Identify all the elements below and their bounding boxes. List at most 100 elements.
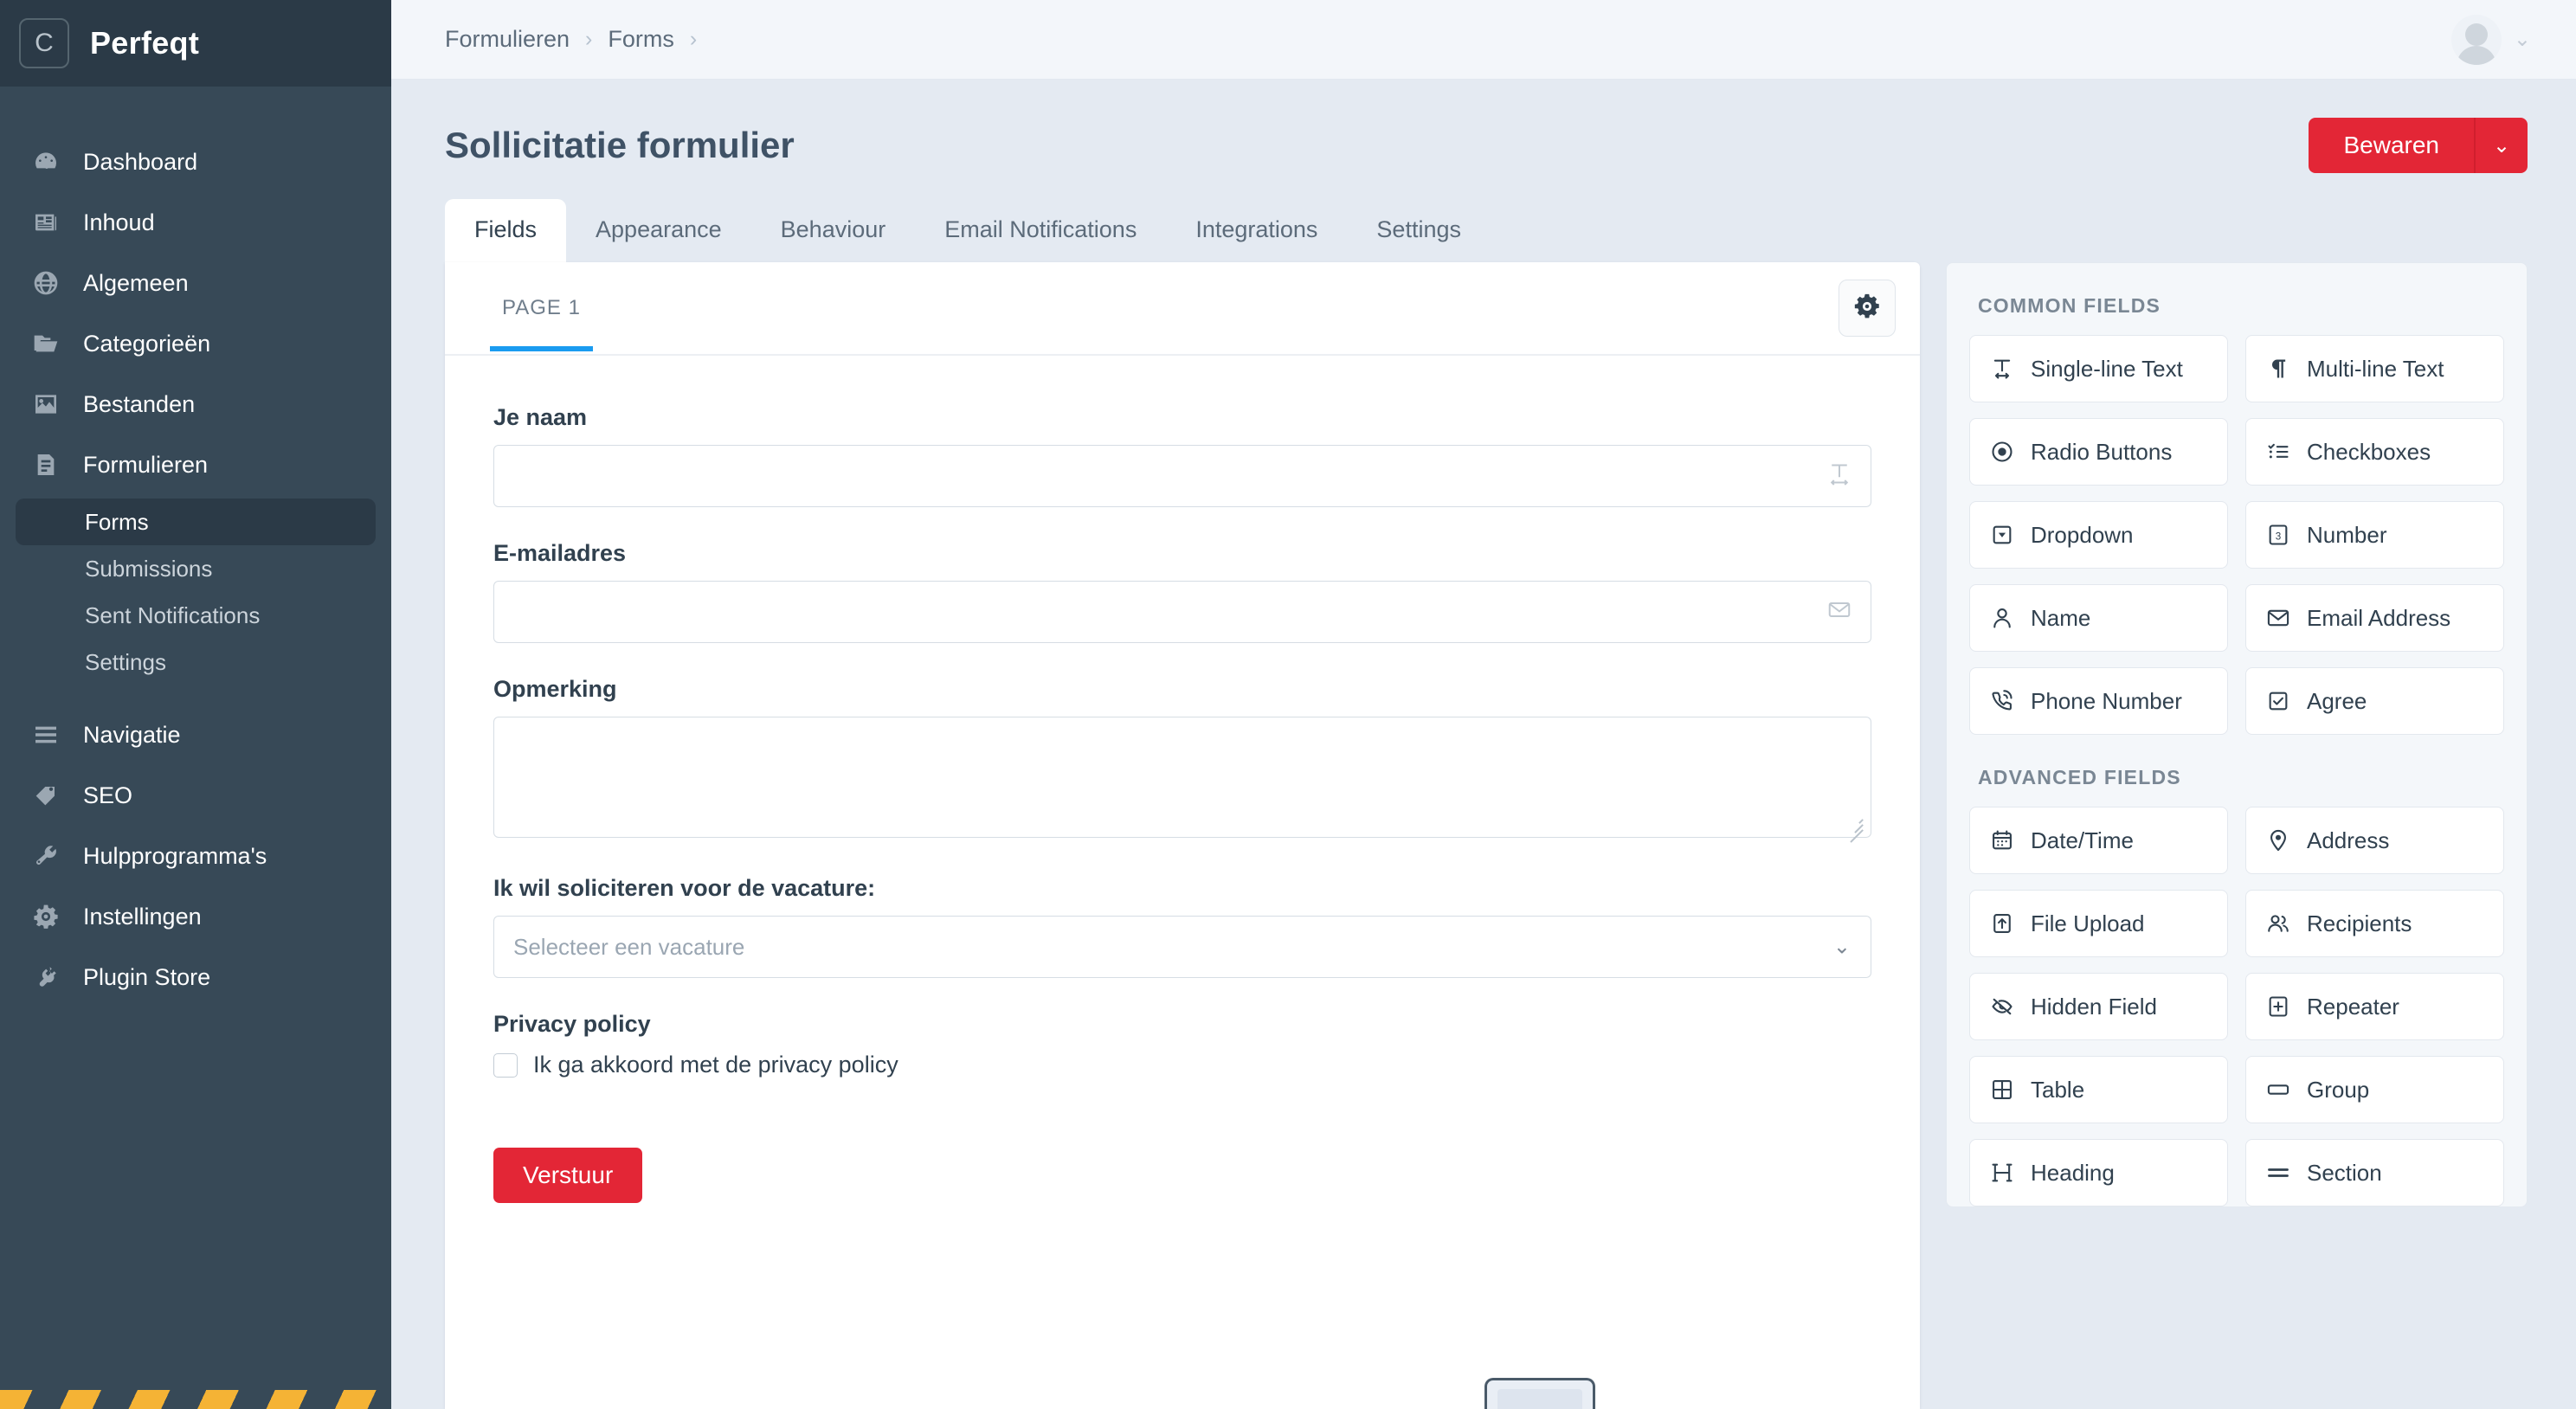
opmerking-textarea[interactable] [493,717,1871,838]
brand-name: Perfeqt [90,25,200,61]
form-field-vacature[interactable]: Ik wil soliciteren voor de vacature: Sel… [493,875,1871,978]
vacature-select[interactable]: Selecteer een vacature [493,916,1871,978]
emailadres-input[interactable] [493,581,1871,643]
sidebar-item-dashboard[interactable]: Dashboard [0,132,391,192]
sidebar-item-algemeen[interactable]: Algemeen [0,253,391,313]
palette-item-table[interactable]: Table [1969,1056,2228,1123]
sidebar-item-categorieen[interactable]: Categorieën [0,313,391,374]
select-wrapper: Selecteer een vacature ⌄ [493,916,1871,978]
map-pin-icon [2265,827,2291,853]
common-fields-heading: COMMON FIELDS [1978,294,2161,317]
sidebar-item-sent-notifications[interactable]: Sent Notifications [16,592,376,639]
form-field-emailadres[interactable]: E-mailadres [493,540,1871,643]
breadcrumb-item-formulieren[interactable]: Formulieren [445,26,570,53]
tab-integrations[interactable]: Integrations [1166,199,1347,262]
tab-email-notifications[interactable]: Email Notifications [915,199,1166,262]
palette-item-section[interactable]: Section [2245,1139,2504,1206]
group-box-icon [2265,1077,2291,1103]
form-field-privacy-policy[interactable]: Privacy policy Ik ga akkoord met de priv… [493,1011,1871,1078]
envelope-icon [2265,605,2291,631]
tab-behaviour[interactable]: Behaviour [751,199,916,262]
palette-item-label: Table [2031,1076,2085,1103]
sidebar-item-inhoud[interactable]: Inhoud [0,192,391,253]
sidebar-item-forms[interactable]: Forms [16,499,376,545]
sidebar-item-label: Dashboard [83,148,198,175]
sidebar-item-formulieren[interactable]: Formulieren [0,434,391,495]
field-label: Je naam [493,404,588,430]
tab-appearance[interactable]: Appearance [566,199,751,262]
je-naam-input[interactable] [493,445,1871,507]
palette-item-label: Phone Number [2031,687,2182,714]
sidebar-item-navigatie[interactable]: Navigatie [0,704,391,765]
checkbox-row[interactable]: Ik ga akkoord met de privacy policy [493,1052,1871,1078]
palette-item-label: Number [2307,521,2387,548]
breadcrumb-item-forms[interactable]: Forms [608,26,674,53]
chevron-down-icon: ⌄ [2513,27,2531,51]
palette-item-radio-buttons[interactable]: Radio Buttons [1969,418,2228,486]
sidebar-item-submissions[interactable]: Submissions [16,545,376,592]
checkbox-label: Ik ga akkoord met de privacy policy [533,1052,898,1078]
palette-item-single-line-text[interactable]: Single-line Text [1969,335,2228,402]
palette-item-repeater[interactable]: Repeater [2245,973,2504,1040]
people-icon [2265,910,2291,936]
palette-item-agree[interactable]: Agree [2245,667,2504,735]
sidebar-item-seo[interactable]: SEO [0,765,391,826]
palette-item-address[interactable]: Address [2245,807,2504,874]
page-title: Sollicitatie formulier [445,125,795,165]
palette-item-hidden-field[interactable]: Hidden Field [1969,973,2228,1040]
palette-item-label: Agree [2307,687,2367,714]
brand[interactable]: C Perfeqt [0,0,391,87]
palette-item-dropdown[interactable]: Dropdown [1969,501,2228,569]
sidebar-subitem-label: Submissions [85,555,213,582]
palette-item-name[interactable]: Name [1969,584,2228,652]
avatar-head [2464,23,2488,46]
verstuur-button[interactable]: Verstuur [493,1148,643,1203]
image-icon [31,389,61,419]
sidebar-item-label: Plugin Store [83,963,211,990]
palette-item-date-time[interactable]: Date/Time [1969,807,2228,874]
sidebar-nav: Dashboard Inhoud Algemeen Categorieën Be… [0,87,391,1007]
bottom-floating-panel[interactable] [1484,1378,1595,1409]
form-settings-button[interactable] [1839,280,1896,337]
palette-item-label: Hidden Field [2031,993,2157,1020]
palette-section-gap [1969,735,2504,759]
form-field-je-naam[interactable]: Je naam [493,404,1871,507]
form-field-opmerking[interactable]: Opmerking [493,676,1871,842]
avatar-body [2456,45,2496,65]
tab-settings[interactable]: Settings [1347,199,1491,262]
globe-icon [31,268,61,298]
sidebar-item-plugin-store[interactable]: Plugin Store [0,947,391,1007]
chevron-down-icon: ⌄ [2492,133,2511,158]
palette-item-file-upload[interactable]: File Upload [1969,890,2228,957]
palette-item-group[interactable]: Group [2245,1056,2504,1123]
palette-item-multi-line-text[interactable]: Multi-line Text [2245,335,2504,402]
palette-item-number[interactable]: 3 Number [2245,501,2504,569]
palette-item-label: Repeater [2307,993,2399,1020]
form-canvas: PAGE 1 Je naam E-mailadres Opmerking Ik … [445,262,1920,1409]
sidebar-item-instellingen[interactable]: Instellingen [0,886,391,947]
save-dropdown-button[interactable]: ⌄ [2474,118,2528,173]
field-label: Privacy policy [493,1011,651,1037]
plus-box-icon [2265,994,2291,1020]
sidebar-item-bestanden[interactable]: Bestanden [0,374,391,434]
sidebar-item-forms-settings[interactable]: Settings [16,639,376,685]
palette-item-heading[interactable]: Heading [1969,1139,2228,1206]
main-area: Formulieren › Forms › ⌄ Sollicitatie for… [391,0,2576,1409]
palette-item-checkboxes[interactable]: Checkboxes [2245,418,2504,486]
palette-item-recipients[interactable]: Recipients [2245,890,2504,957]
sidebar-item-hulpprogrammas[interactable]: Hulpprogramma's [0,826,391,886]
user-menu[interactable]: ⌄ [2450,14,2545,65]
form-page-tab-1[interactable]: PAGE 1 [490,267,593,351]
advanced-fields-heading: ADVANCED FIELDS [1978,766,2181,788]
radio-icon [1989,439,2015,465]
tab-fields[interactable]: Fields [445,199,567,262]
palette-item-email-address[interactable]: Email Address [2245,584,2504,652]
person-icon [1989,605,2015,631]
plug-icon [31,962,61,992]
privacy-policy-checkbox[interactable] [493,1052,518,1078]
section-icon [2265,1160,2291,1186]
content-icon [31,208,61,237]
palette-item-phone-number[interactable]: Phone Number [1969,667,2228,735]
sidebar-item-label: SEO [83,782,133,808]
save-button[interactable]: Bewaren [2309,118,2474,173]
